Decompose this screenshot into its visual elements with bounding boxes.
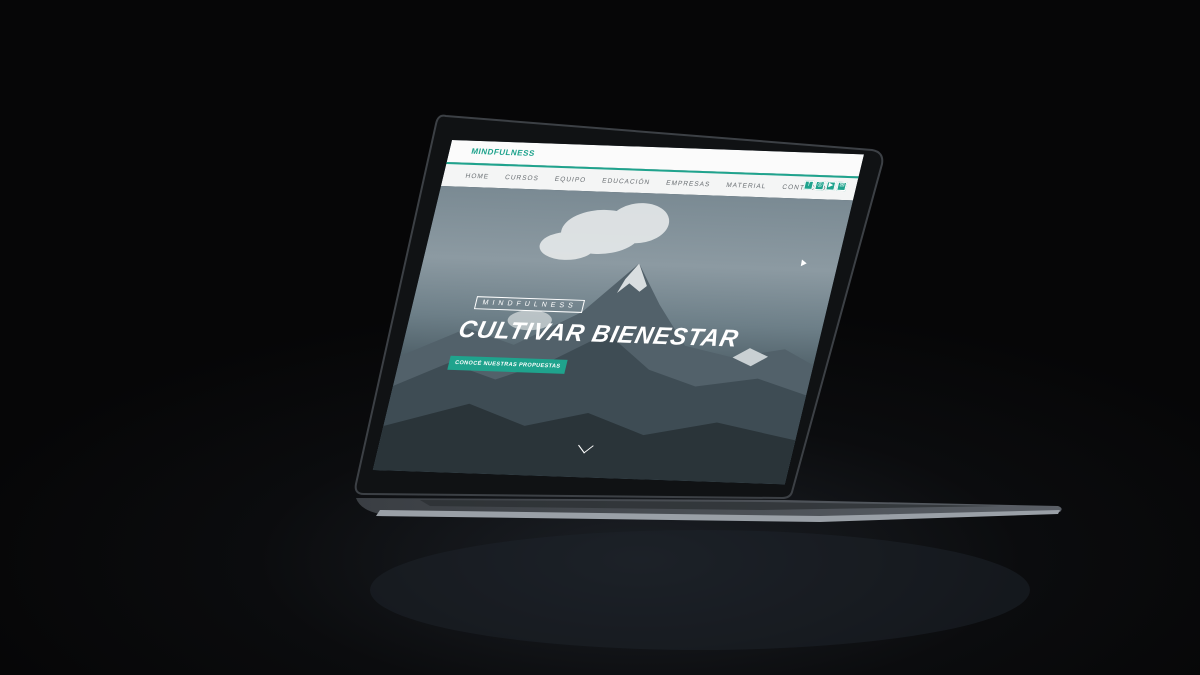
mail-icon[interactable]: ✉ <box>836 181 848 192</box>
youtube-icon[interactable]: ▶ <box>825 181 837 191</box>
site-logo[interactable]: MINDFULNESS <box>470 147 535 158</box>
nav-item-material[interactable]: MATERIAL <box>726 181 768 189</box>
nav-item-empresas[interactable]: EMPRESAS <box>665 179 711 188</box>
nav-item-equipo[interactable]: EQUIPO <box>554 175 587 183</box>
laptop-scene: MINDFULNESS HOME CURSOS EQUIPO EDUCACIÓN… <box>0 0 1200 675</box>
hero-section: MINDFULNESS CULTIVAR BIENESTAR CONOCÉ NU… <box>372 186 853 485</box>
nav-item-educacion[interactable]: EDUCACIÓN <box>601 177 651 186</box>
website-screen: MINDFULNESS HOME CURSOS EQUIPO EDUCACIÓN… <box>372 140 864 485</box>
facebook-icon[interactable]: f <box>803 180 815 190</box>
instagram-icon[interactable]: ◎ <box>814 180 826 191</box>
nav-item-home[interactable]: HOME <box>465 172 490 180</box>
nav-item-cursos[interactable]: CURSOS <box>504 174 539 182</box>
social-links: f ◎ ▶ ✉ <box>803 180 848 192</box>
